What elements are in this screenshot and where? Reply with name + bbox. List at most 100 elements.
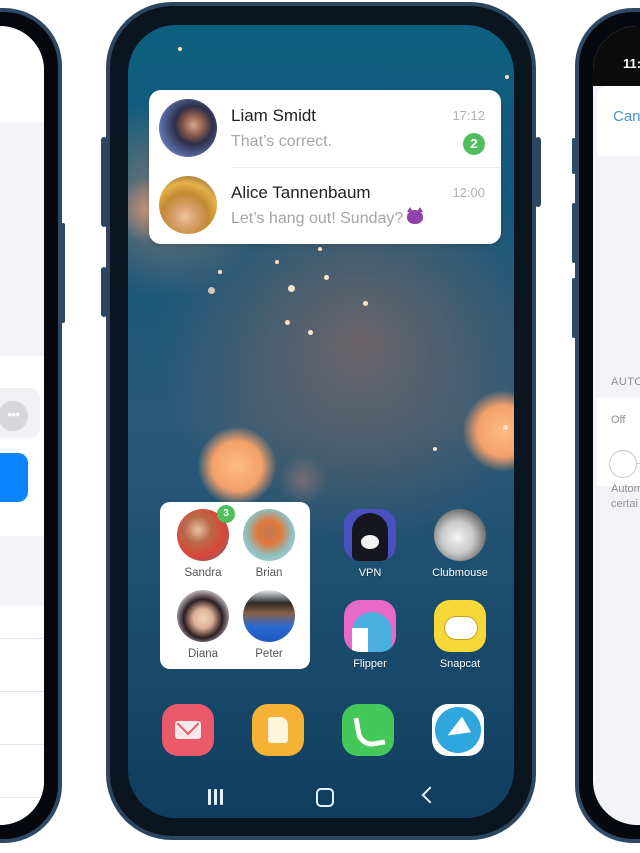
dolphin-icon [344,600,396,652]
app-label: Clubmouse [432,567,488,579]
divider [0,797,44,798]
chat-time: 17:12 [452,108,485,123]
volume-button [101,137,107,227]
contact-diana[interactable]: Diana [171,590,235,660]
toggle-label: Off [611,414,626,426]
power-button [535,137,541,207]
contact-brian[interactable]: Brian [237,509,301,579]
left-header [0,26,44,122]
app-clubmouse[interactable]: Clubmouse [425,509,495,579]
wallpaper-dot [324,275,329,280]
wallpaper-dot [288,285,295,292]
chat-row[interactable]: Alice Tannenbaum Let’s hang out! Sunday?… [149,167,501,244]
wallpaper-dot [285,320,290,325]
contact-name: Brian [255,567,283,579]
avatar: 3 [177,505,235,561]
home-screen: Liam Smidt That’s correct. 17:12 2 Alice… [128,25,514,818]
right-phone: 11:1 Canc AUTO Off Autom certai [572,8,640,843]
mute-switch [572,138,576,174]
chat-name: Alice Tannenbaum [231,183,371,202]
status-bar: 11:1 [593,26,640,86]
unread-badge: 3 [217,505,235,523]
avatar [159,176,217,234]
avatar [243,509,295,561]
app-flipper[interactable]: Flipper [335,600,405,670]
slider-thumb[interactable] [609,450,637,478]
mail-app[interactable] [162,704,214,756]
left-phone-screen: ••• [0,26,44,825]
wallpaper-dot [505,75,509,79]
navigation-bar [128,785,514,815]
wallpaper-dot [318,247,322,251]
wallpaper-dot [178,47,182,51]
divider [0,744,44,745]
divider [0,691,44,692]
wallpaper-bokeh [198,427,276,505]
bixby-button [101,267,107,317]
chat-message: That’s correct. [231,133,333,150]
footer-text: Autom [611,483,640,495]
contact-sandra[interactable]: 3 Sandra [171,505,235,579]
left-phone: ••• [0,8,65,843]
volume-down-button [572,278,576,338]
smiling-devil-emoji-icon [407,207,424,224]
chat-name: Liam Smidt [231,106,317,125]
center-phone-bezel: Liam Smidt That’s correct. 17:12 2 Alice… [110,6,532,836]
contacts-widget: 3 Sandra Brian Diana Peter [160,502,310,669]
divider [0,638,44,639]
contact-peter[interactable]: Peter [237,590,301,660]
wallpaper-dot [208,287,215,294]
auto-setting-cell: Off [597,398,640,486]
wallpaper-dot [503,425,508,430]
footer-text: certai [611,498,638,510]
contact-name: Sandra [184,567,222,579]
cat-icon [434,600,486,652]
avatar [243,590,295,642]
volume-up-button [572,203,576,263]
wallpaper-dot [433,447,437,451]
chat-time: 12:00 [452,185,485,200]
app-label: Snapcat [439,658,481,670]
cancel-button[interactable]: Canc [613,108,640,125]
recent-apps-icon[interactable] [208,789,224,805]
back-icon[interactable] [421,786,439,804]
guinea-pig-icon [434,509,486,561]
status-time: 11:1 [623,56,640,71]
wallpaper-dot [308,330,313,335]
chats-widget: Liam Smidt That’s correct. 17:12 2 Alice… [149,90,501,244]
chat-row[interactable]: Liam Smidt That’s correct. 17:12 2 [149,90,501,167]
wallpaper-dot [275,260,279,264]
section-footer: Autom certai [611,482,640,512]
wallpaper-dot [218,270,222,274]
home-icon[interactable] [316,788,334,807]
wallpaper-bokeh [463,391,514,471]
right-phone-bezel: 11:1 Canc AUTO Off Autom certai [579,12,640,839]
app-vpn[interactable]: VPN [335,509,405,579]
document-icon [268,717,288,743]
wallpaper-bokeh [278,455,328,505]
telegram-app[interactable] [432,704,484,756]
primary-action-button[interactable] [0,453,28,502]
notes-app[interactable] [252,704,304,756]
app-snapcat[interactable]: Snapcat [425,600,495,670]
phone-app[interactable] [342,704,394,756]
avatar [177,590,229,642]
app-label: VPN [358,567,382,579]
contact-name: Diana [187,648,219,660]
paper-plane-icon [435,707,481,753]
side-button [61,223,65,323]
left-phone-bezel: ••• [0,12,58,839]
chat-message: Let’s hang out! Sunday? [231,207,424,228]
section-header: AUTO [611,376,640,388]
hooded-figure-icon [344,509,396,561]
avatar [159,99,217,157]
center-phone: Liam Smidt That’s correct. 17:12 2 Alice… [101,2,541,840]
chat-message-text: Let’s hang out! Sunday? [231,210,404,227]
phone-icon [353,713,386,750]
wallpaper-dot [363,301,368,306]
modal-sheet-header: Canc [597,86,640,156]
app-label: Flipper [353,658,387,670]
left-card [0,356,44,536]
right-phone-screen: 11:1 Canc AUTO Off Autom certai [593,26,640,825]
contact-name: Peter [255,648,283,660]
